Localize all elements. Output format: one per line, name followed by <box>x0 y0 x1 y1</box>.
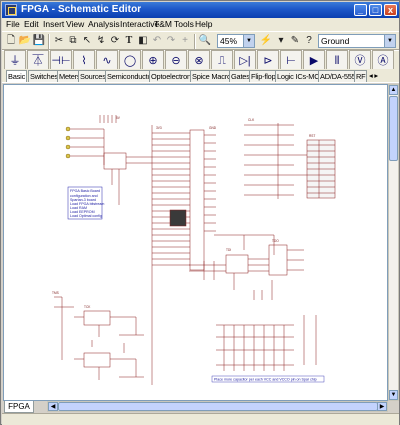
category-tabs: Basic Switches Meters Sources Semiconduc… <box>2 69 399 83</box>
help-pointer-icon[interactable]: ? <box>302 34 316 48</box>
vertical-scrollbar[interactable]: ▲ ▼ <box>388 84 399 401</box>
probe-icon[interactable]: ⚡ <box>259 34 273 48</box>
scroll-right-icon[interactable]: ▶ <box>377 402 387 411</box>
cut-icon[interactable]: ✂ <box>52 34 66 48</box>
zoom-icon[interactable]: 🔍 <box>198 34 212 48</box>
tab-ad-da-555[interactable]: AD/DA-555 <box>318 70 358 82</box>
snap-icon[interactable]: + <box>178 34 192 48</box>
net-label: RST <box>309 134 315 138</box>
chevron-down-icon: ▼ <box>384 35 395 47</box>
open-file-icon[interactable]: 📂 <box>18 34 32 48</box>
scroll-down-icon[interactable]: ▼ <box>389 390 398 400</box>
pointer-icon[interactable]: ↖ <box>80 34 94 48</box>
net-label: 5V <box>116 116 121 120</box>
schematic-canvas[interactable]: FPGA Basic Board configuration and Spart… <box>3 84 388 401</box>
vertical-scroll-thumb[interactable] <box>389 96 398 161</box>
scroll-up-icon[interactable]: ▲ <box>389 85 398 95</box>
menu-insert[interactable]: Insert <box>43 19 64 29</box>
title-bar[interactable]: FPGA - Schematic Editor _ □ x <box>2 2 399 18</box>
zoom-select[interactable]: 45% ▼ <box>217 34 255 48</box>
tab-scroll-arrows[interactable]: ◂ ▸ <box>368 70 398 82</box>
pen-icon[interactable]: ✎ <box>288 34 302 48</box>
graphics-icon[interactable]: ◧ <box>136 34 150 48</box>
horizontal-scroll-thumb[interactable] <box>58 402 378 411</box>
rotate-icon[interactable]: ⟳ <box>108 34 122 48</box>
menu-bar: File Edit Insert View Analysis Interacti… <box>2 18 399 31</box>
redo-icon[interactable]: ↷ <box>164 34 178 48</box>
menu-file[interactable]: File <box>6 19 20 29</box>
net-label: TDO <box>272 239 279 243</box>
net-label: TMS <box>52 291 59 295</box>
chevron-down-icon: ▼ <box>243 35 254 47</box>
net-label: 3V3 <box>156 126 162 130</box>
run-analysis-icon[interactable]: ▾ <box>274 34 288 48</box>
menu-help[interactable]: Help <box>195 19 212 29</box>
wire-icon[interactable]: ↯ <box>94 34 108 48</box>
net-label: GND <box>209 126 217 130</box>
undo-icon[interactable]: ↶ <box>150 34 164 48</box>
net-label: TDI <box>226 248 231 252</box>
net-label: TCK <box>84 305 91 309</box>
menu-view[interactable]: View <box>66 19 84 29</box>
component-value: Ground <box>321 36 350 46</box>
component-select[interactable]: Ground ▼ <box>318 34 396 48</box>
tab-basic[interactable]: Basic <box>6 70 28 82</box>
zoom-value: 45% <box>220 36 238 46</box>
maximize-button[interactable]: □ <box>369 4 382 16</box>
application-window: FPGA - Schematic Editor _ □ x File Edit … <box>0 0 400 425</box>
window-title: FPGA - Schematic Editor <box>21 4 142 15</box>
description-line-7: Load Optimal config <box>70 214 102 218</box>
menu-edit[interactable]: Edit <box>24 19 39 29</box>
sheet-tab[interactable]: FPGA <box>4 401 34 413</box>
schematic-drawing: FPGA Basic Board configuration and Spart… <box>52 115 336 385</box>
net-label: CLK <box>248 118 255 122</box>
new-file-icon[interactable]: 🗋 <box>4 34 18 48</box>
tab-rf[interactable]: RF <box>354 70 368 82</box>
horizontal-scrollbar[interactable]: ◀ ▶ <box>47 401 388 412</box>
copy-icon[interactable]: ⧉ <box>66 34 80 48</box>
text-tool-icon[interactable]: T <box>122 34 136 48</box>
component-toolbar: ⏚ ⏄ ⊣⊢ ⌇ ∿ ◯ ⊕ ⊖ ⊗ ⎍ ▷| ⊳ ⊢ ▶ ⫴ Ⓥ Ⓐ <box>2 50 399 72</box>
tab-sources[interactable]: Sources <box>78 70 108 82</box>
save-icon[interactable]: 💾 <box>32 34 46 48</box>
tab-switches[interactable]: Switches <box>28 70 60 82</box>
main-toolbar: 🗋 📂 💾 ✂ ⧉ ↖ ↯ ⟳ T ◧ ↶ ↷ + 🔍 45% ▼ ⚡ ▾ ✎ … <box>2 31 399 50</box>
description-line-1: FPGA Basic Board <box>70 189 100 193</box>
app-icon <box>5 4 17 16</box>
status-bar <box>2 413 399 425</box>
minimize-button[interactable]: _ <box>354 4 367 16</box>
scroll-left-icon[interactable]: ◀ <box>48 402 58 411</box>
menu-tm[interactable]: T&M <box>154 19 172 29</box>
menu-analysis[interactable]: Analysis <box>88 19 120 29</box>
close-button[interactable]: x <box>384 4 397 16</box>
bottom-note: Place more capacitor per each VCC and VC… <box>214 378 317 382</box>
menu-tools[interactable]: Tools <box>174 19 194 29</box>
